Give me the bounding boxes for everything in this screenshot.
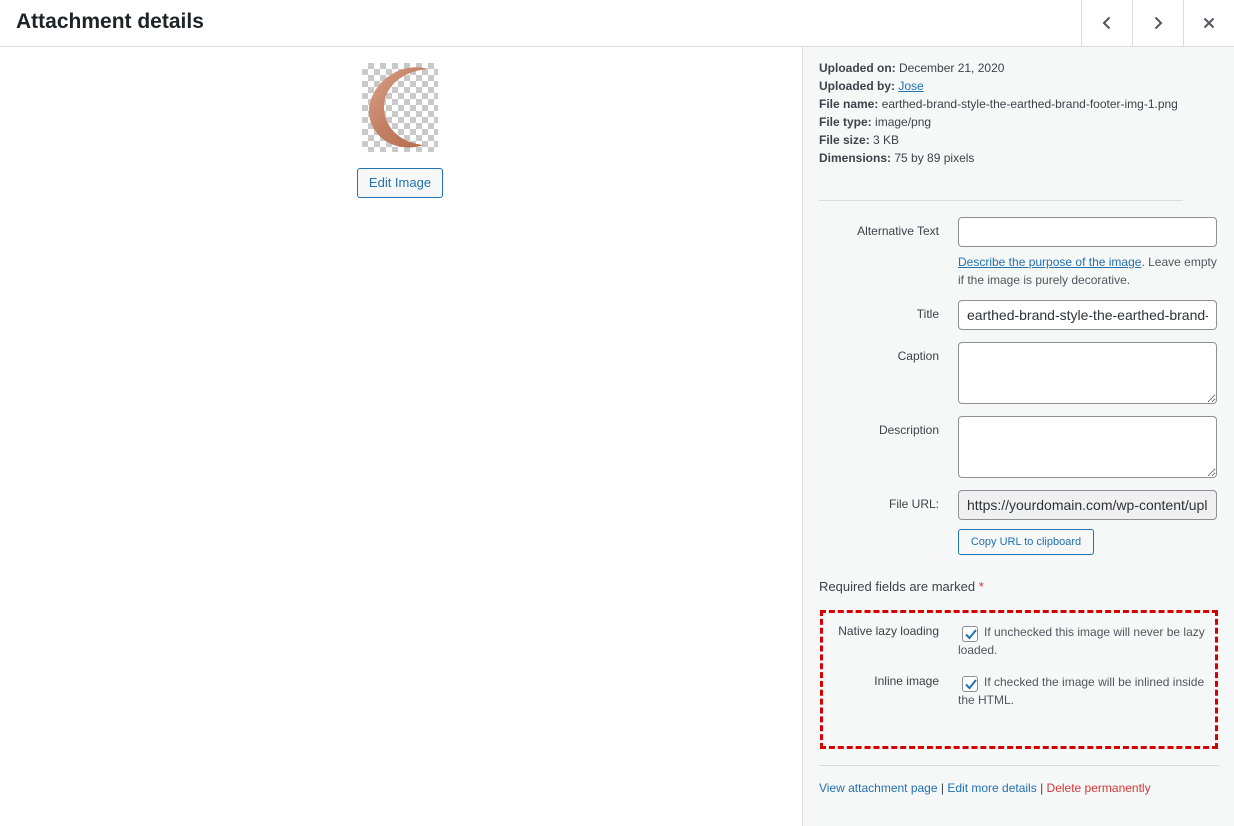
- file-name-value: earthed-brand-style-the-earthed-brand-fo…: [881, 97, 1178, 111]
- view-attachment-link[interactable]: View attachment page: [819, 781, 938, 795]
- required-fields-note: Required fields are marked *: [819, 579, 984, 594]
- image-thumbnail: [362, 63, 438, 152]
- file-url-input[interactable]: [958, 490, 1217, 520]
- inline-image-description: If checked the image will be inlined ins…: [958, 675, 1205, 707]
- uploaded-on-row: Uploaded on: December 21, 2020: [819, 59, 1189, 77]
- uploaded-on-value: December 21, 2020: [899, 61, 1005, 75]
- file-name-label: File name:: [819, 97, 879, 111]
- close-button[interactable]: [1183, 0, 1234, 46]
- attachment-actions: View attachment page | Edit more details…: [819, 781, 1151, 795]
- uploaded-by-label: Uploaded by:: [819, 79, 896, 93]
- description-textarea[interactable]: [958, 416, 1217, 478]
- alt-text-label: Alternative Text: [857, 224, 939, 238]
- file-size-label: File size:: [819, 133, 870, 147]
- file-type-row: File type: image/png: [819, 113, 1189, 131]
- lazy-loading-description: If unchecked this image will never be la…: [958, 625, 1205, 657]
- uploaded-by-row: Uploaded by: Jose: [819, 77, 1189, 95]
- close-icon: [1203, 17, 1215, 29]
- alt-text-input[interactable]: [958, 217, 1217, 247]
- edit-details-link[interactable]: Edit more details: [947, 781, 1036, 795]
- file-details: Uploaded on: December 21, 2020 Uploaded …: [819, 59, 1189, 167]
- file-size-row: File size: 3 KB: [819, 131, 1189, 149]
- divider: [819, 765, 1219, 766]
- uploaded-on-label: Uploaded on:: [819, 61, 896, 75]
- alt-text-help: Describe the purpose of the image. Leave…: [958, 253, 1220, 289]
- alt-text-help-link[interactable]: Describe the purpose of the image: [958, 255, 1141, 269]
- required-text: Required fields are marked: [819, 579, 976, 594]
- previous-button[interactable]: [1081, 0, 1132, 46]
- lazy-loading-label: Native lazy loading: [838, 624, 939, 638]
- file-url-label: File URL:: [888, 497, 939, 511]
- title-label: Title: [916, 307, 939, 321]
- file-type-value: image/png: [875, 115, 932, 129]
- inline-image-label: Inline image: [874, 674, 939, 688]
- caption-textarea[interactable]: [958, 342, 1217, 404]
- image-preview-panel: Edit Image: [0, 47, 802, 826]
- action-separator: |: [940, 781, 944, 795]
- title-input[interactable]: [958, 300, 1217, 330]
- required-star: *: [978, 579, 984, 594]
- dimensions-label: Dimensions:: [819, 151, 892, 165]
- chevron-right-icon: [1154, 16, 1163, 30]
- dimensions-row: Dimensions: 75 by 89 pixels: [819, 149, 1189, 167]
- caption-label: Caption: [897, 349, 939, 363]
- page-title: Attachment details: [16, 10, 204, 33]
- crescent-moon-image: [368, 67, 428, 148]
- attachment-details-sidebar: Uploaded on: December 21, 2020 Uploaded …: [802, 47, 1234, 826]
- copy-url-button[interactable]: Copy URL to clipboard: [958, 529, 1094, 555]
- chevron-left-icon: [1102, 16, 1111, 30]
- file-size-value: 3 KB: [873, 133, 900, 147]
- next-button[interactable]: [1132, 0, 1183, 46]
- uploader-link[interactable]: Jose: [898, 79, 923, 93]
- file-name-row: File name: earthed-brand-style-the-earth…: [819, 95, 1189, 113]
- action-separator: |: [1040, 781, 1044, 795]
- divider: [819, 200, 1183, 201]
- file-type-label: File type:: [819, 115, 872, 129]
- description-label: Description: [878, 423, 939, 437]
- dimensions-value: 75 by 89 pixels: [894, 151, 975, 165]
- delete-permanently-link[interactable]: Delete permanently: [1047, 781, 1151, 795]
- modal-header: Attachment details: [0, 0, 1234, 47]
- edit-image-button[interactable]: Edit Image: [357, 168, 443, 198]
